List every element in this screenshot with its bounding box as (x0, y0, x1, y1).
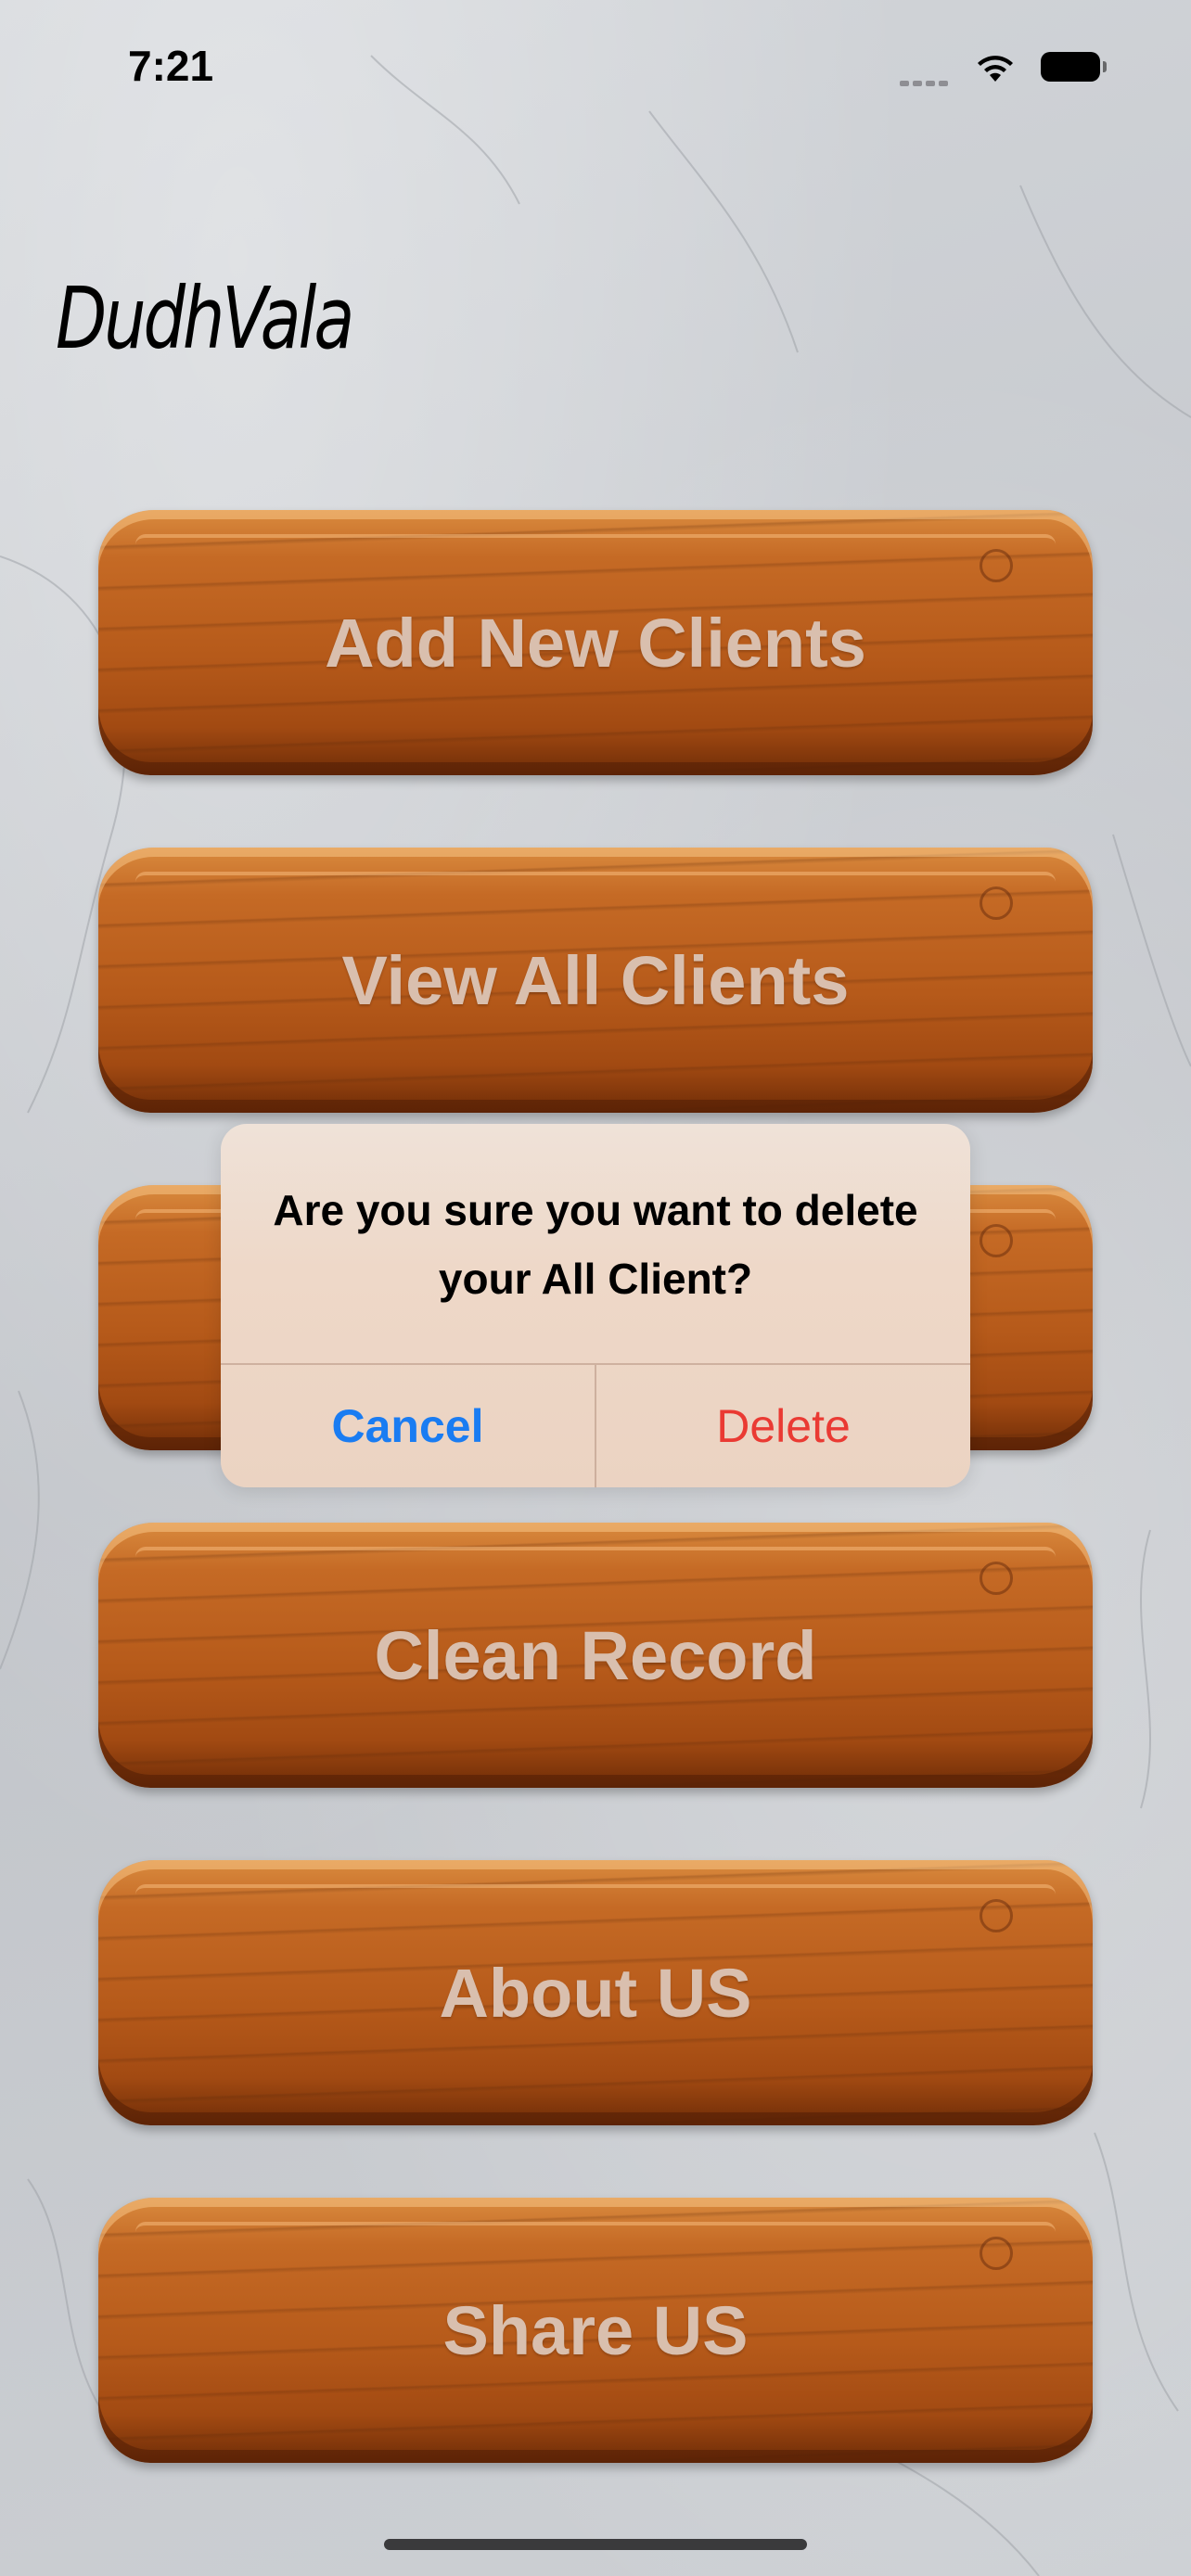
button-label: Add New Clients (325, 604, 866, 682)
app-title: DudhVala (56, 269, 354, 368)
button-label: Share US (442, 2291, 749, 2369)
cellular-signal-icon (900, 74, 955, 86)
home-indicator[interactable] (384, 2539, 807, 2550)
clean-record-button[interactable]: Clean Record (98, 1523, 1093, 1788)
battery-icon (1041, 52, 1107, 82)
add-new-clients-button[interactable]: Add New Clients (98, 510, 1093, 775)
alert-message: Are you sure you want to delete your All… (273, 1186, 918, 1303)
alert-actions: Cancel Delete (221, 1363, 970, 1487)
button-label: About US (439, 1954, 752, 2032)
button-label: Clean Record (374, 1616, 817, 1694)
wifi-icon (978, 56, 1013, 82)
delete-button[interactable]: Delete (596, 1365, 970, 1487)
status-bar: 7:21 (0, 0, 1191, 130)
delete-confirmation-alert: Are you sure you want to delete your All… (221, 1124, 970, 1487)
status-time: 7:21 (128, 42, 214, 90)
about-us-button[interactable]: About US (98, 1860, 1093, 2125)
view-all-clients-button[interactable]: View All Clients (98, 848, 1093, 1113)
cancel-button[interactable]: Cancel (221, 1365, 596, 1487)
button-label: View All Clients (341, 941, 850, 1019)
share-us-button[interactable]: Share US (98, 2198, 1093, 2463)
